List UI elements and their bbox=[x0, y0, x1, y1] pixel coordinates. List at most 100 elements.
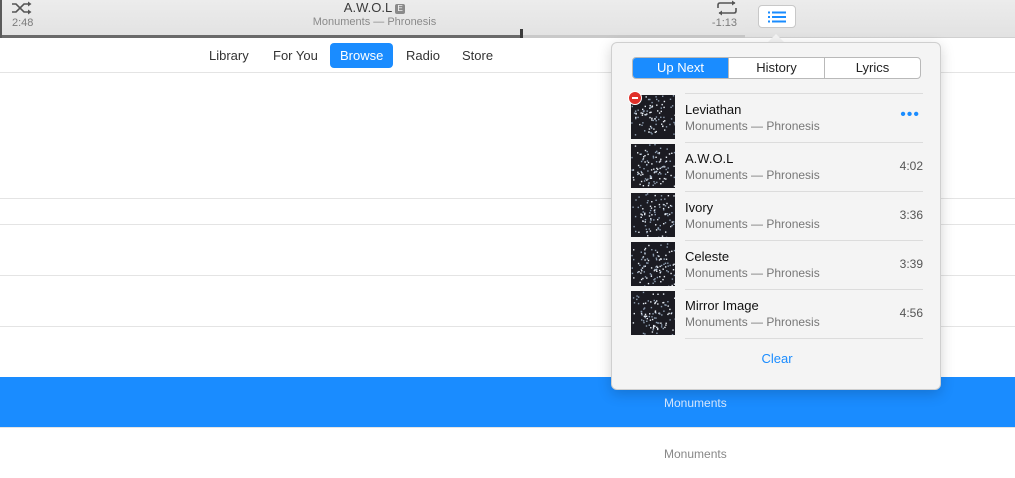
tab-store[interactable]: Store bbox=[452, 43, 503, 68]
album-art-speck bbox=[650, 169, 653, 171]
album-art-speck bbox=[653, 317, 656, 319]
tab-library[interactable]: Library bbox=[199, 43, 259, 68]
album-art-speck bbox=[660, 116, 662, 118]
album-art-speck bbox=[648, 183, 650, 185]
album-art-speck bbox=[666, 148, 668, 150]
queue-item[interactable]: Celeste Monuments — Phronesis 3:39 bbox=[631, 240, 923, 289]
album-art-speck bbox=[642, 320, 645, 322]
tab-browse[interactable]: Browse bbox=[330, 43, 394, 68]
album-art-speck bbox=[667, 262, 669, 264]
album-art-speck bbox=[652, 326, 655, 328]
album-art-speck bbox=[646, 317, 648, 320]
album-art-speck bbox=[672, 264, 674, 266]
album-art-speck bbox=[634, 215, 637, 218]
album-art-speck bbox=[651, 249, 653, 251]
album-art-speck bbox=[647, 170, 649, 172]
album-art-speck bbox=[657, 266, 659, 268]
clear-button[interactable]: Clear bbox=[612, 351, 942, 366]
album-art-speck bbox=[654, 278, 656, 280]
remove-icon[interactable] bbox=[628, 91, 642, 105]
album-art-speck bbox=[644, 130, 646, 132]
list-icon bbox=[768, 11, 786, 22]
album-art-speck bbox=[654, 311, 656, 313]
album-art-speck bbox=[644, 265, 646, 267]
tab-lyrics[interactable]: Lyrics bbox=[824, 58, 920, 78]
album-art-speck bbox=[648, 315, 650, 318]
album-art-speck bbox=[635, 113, 637, 115]
album-art-speck bbox=[670, 106, 672, 108]
queue-item[interactable]: Ivory Monuments — Phronesis 3:36 bbox=[631, 191, 923, 240]
queue-item[interactable]: A.W.O.L Monuments — Phronesis 4:02 bbox=[631, 142, 923, 191]
album-art-speck bbox=[671, 278, 674, 280]
album-art-speck bbox=[668, 153, 671, 155]
album-art-speck bbox=[655, 257, 658, 259]
tab-radio[interactable]: Radio bbox=[396, 43, 450, 68]
album-art-speck bbox=[660, 110, 662, 113]
album-art-speck bbox=[669, 308, 671, 311]
album-art-pattern bbox=[632, 291, 675, 335]
album-art-speck bbox=[651, 119, 653, 121]
album-art-speck bbox=[660, 322, 662, 324]
queue-item[interactable]: Leviathan Monuments — Phronesis ••• bbox=[628, 91, 923, 142]
queue-item-title: Leviathan bbox=[685, 102, 742, 117]
album-art-speck bbox=[652, 184, 654, 186]
album-art-speck bbox=[642, 277, 644, 280]
album-art-speck bbox=[654, 325, 656, 327]
album-art-speck bbox=[649, 125, 652, 128]
album-art-speck bbox=[648, 324, 650, 326]
album-art-speck bbox=[674, 114, 675, 116]
album-art-speck bbox=[658, 203, 661, 206]
album-art-speck bbox=[637, 116, 639, 119]
album-art-speck bbox=[656, 270, 658, 272]
album-art-speck bbox=[673, 185, 675, 187]
album-art-speck bbox=[637, 109, 639, 111]
album-art-speck bbox=[666, 213, 669, 215]
album-art-speck bbox=[654, 280, 656, 283]
album-art-speck bbox=[665, 231, 667, 233]
album-art-speck bbox=[659, 269, 661, 272]
album-art-speck bbox=[639, 183, 641, 186]
more-icon[interactable]: ••• bbox=[900, 106, 920, 124]
album-art-speck bbox=[673, 133, 675, 135]
album-art-speck bbox=[639, 281, 641, 284]
album-art-speck bbox=[654, 151, 657, 154]
album-art-speck bbox=[674, 122, 675, 124]
album-art-speck bbox=[646, 258, 649, 260]
up-next-button[interactable] bbox=[758, 5, 796, 28]
album-art-speck bbox=[655, 317, 657, 319]
queue-divider bbox=[685, 289, 923, 290]
album-art-speck bbox=[646, 320, 648, 322]
album-art-speck bbox=[646, 110, 648, 112]
album-art-speck bbox=[665, 254, 667, 257]
queue-item[interactable]: Mirror Image Monuments — Phronesis 4:56 bbox=[631, 289, 923, 338]
album-art-speck bbox=[668, 312, 670, 315]
tab-history[interactable]: History bbox=[728, 58, 824, 78]
album-art-speck bbox=[665, 160, 668, 162]
album-art-speck bbox=[651, 214, 653, 216]
repeat-icon[interactable] bbox=[715, 0, 739, 16]
album-art-speck bbox=[640, 180, 643, 183]
album-art-speck bbox=[647, 282, 650, 285]
album-art-speck bbox=[664, 173, 667, 175]
tab-for-you[interactable]: For You bbox=[263, 43, 328, 68]
album-art-speck bbox=[667, 313, 669, 316]
album-art-speck bbox=[640, 272, 642, 274]
album-art-speck bbox=[665, 178, 667, 180]
album-art-speck bbox=[657, 168, 659, 170]
album-art-speck bbox=[659, 313, 661, 315]
tab-up-next[interactable]: Up Next bbox=[633, 58, 728, 78]
album-art-speck bbox=[632, 176, 635, 179]
album-art-speck bbox=[631, 267, 633, 269]
album-art-speck bbox=[653, 168, 655, 170]
scrubber-handle[interactable] bbox=[520, 29, 523, 38]
album-art-speck bbox=[654, 213, 656, 216]
remaining-time: -1:13 bbox=[711, 17, 737, 29]
album-art-speck bbox=[656, 276, 659, 279]
album-art-speck bbox=[640, 112, 642, 114]
album-art-speck bbox=[655, 120, 657, 122]
album-art-speck bbox=[644, 333, 646, 335]
album-art-speck bbox=[647, 200, 649, 202]
album-art-speck bbox=[657, 100, 660, 102]
album-art-speck bbox=[644, 276, 647, 278]
album-art-speck bbox=[662, 207, 665, 210]
